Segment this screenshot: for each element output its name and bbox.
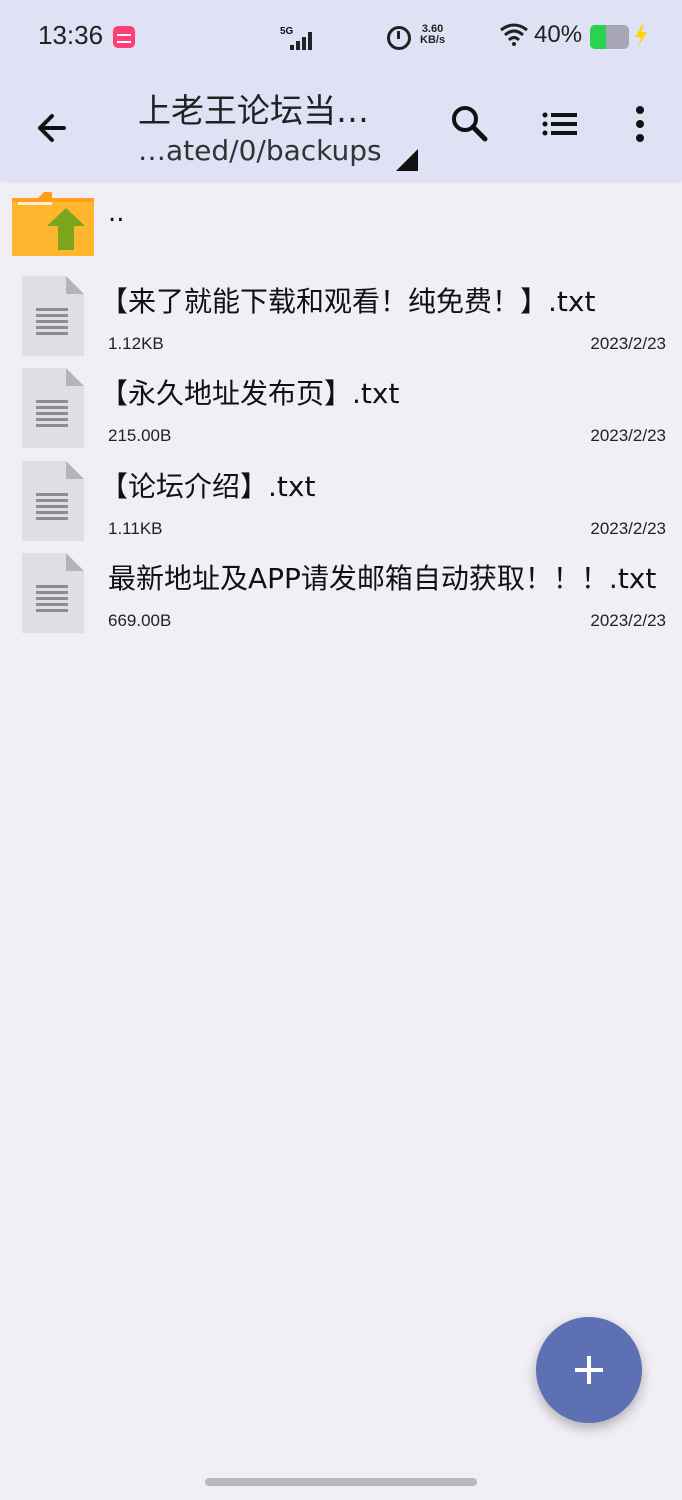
file-size: 1.11KB [108,519,163,538]
folder-title: 上老王论坛当… [138,91,369,130]
file-row[interactable]: 【永久地址发布页】.txt 215.00B 2023/2/23 [0,360,682,452]
alarm-icon [387,26,411,50]
text-file-icon [22,368,84,448]
charging-icon [635,25,647,47]
path-dropdown-indicator[interactable] [396,149,418,171]
text-file-icon [22,553,84,633]
network-speed: 3.60 KB/s [420,24,445,46]
file-size: 1.12KB [108,334,164,353]
file-row[interactable]: 最新地址及APP请发邮箱自动获取！！！.txt 669.00B 2023/2/2… [0,545,682,637]
search-icon[interactable] [444,98,496,150]
signal-bars-icon [290,32,312,50]
file-name: 【论坛介绍】.txt [100,470,316,503]
file-name: 最新地址及APP请发邮箱自动获取！！！.txt [108,562,657,595]
file-row[interactable]: 【论坛介绍】.txt 1.11KB 2023/2/23 [0,453,682,545]
status-bar: 13:36 3.60 KB/s 5G 40% [0,0,682,76]
file-date: 2023/2/23 [590,334,666,353]
parent-directory-row[interactable]: .. [0,180,682,264]
more-vert-icon[interactable] [620,98,660,150]
home-indicator[interactable] [205,1478,477,1486]
app-notification-icon [113,26,135,48]
add-button[interactable] [536,1317,642,1423]
file-date: 2023/2/23 [590,426,666,445]
back-arrow-icon[interactable] [24,100,80,156]
status-time: 13:36 [38,20,104,50]
parent-directory-label: .. [108,198,125,228]
folder-up-icon [12,192,94,256]
file-row[interactable]: 【来了就能下载和观看！纯免费！】.txt 1.12KB 2023/2/23 [0,268,682,360]
network-speed-unit: KB/s [420,34,446,46]
file-size: 215.00B [108,426,172,445]
list-view-icon[interactable] [533,98,589,150]
battery-percent: 40% [534,21,583,48]
text-file-icon [22,276,84,356]
app-bar: 上老王论坛当… …ated/0/backups [0,76,682,180]
text-file-icon [22,461,84,541]
file-date: 2023/2/23 [590,519,666,538]
wifi-icon [500,23,528,46]
add-icon [587,1356,591,1384]
file-name: 【来了就能下载和观看！纯免费！】.txt [100,285,596,318]
battery-level-fill [590,25,606,49]
battery-icon [590,25,629,49]
file-date: 2023/2/23 [590,611,666,630]
file-name: 【永久地址发布页】.txt [100,377,400,410]
folder-path[interactable]: …ated/0/backups [138,134,382,167]
file-size: 669.00B [108,611,172,630]
signal-icon: 5G [280,24,494,50]
